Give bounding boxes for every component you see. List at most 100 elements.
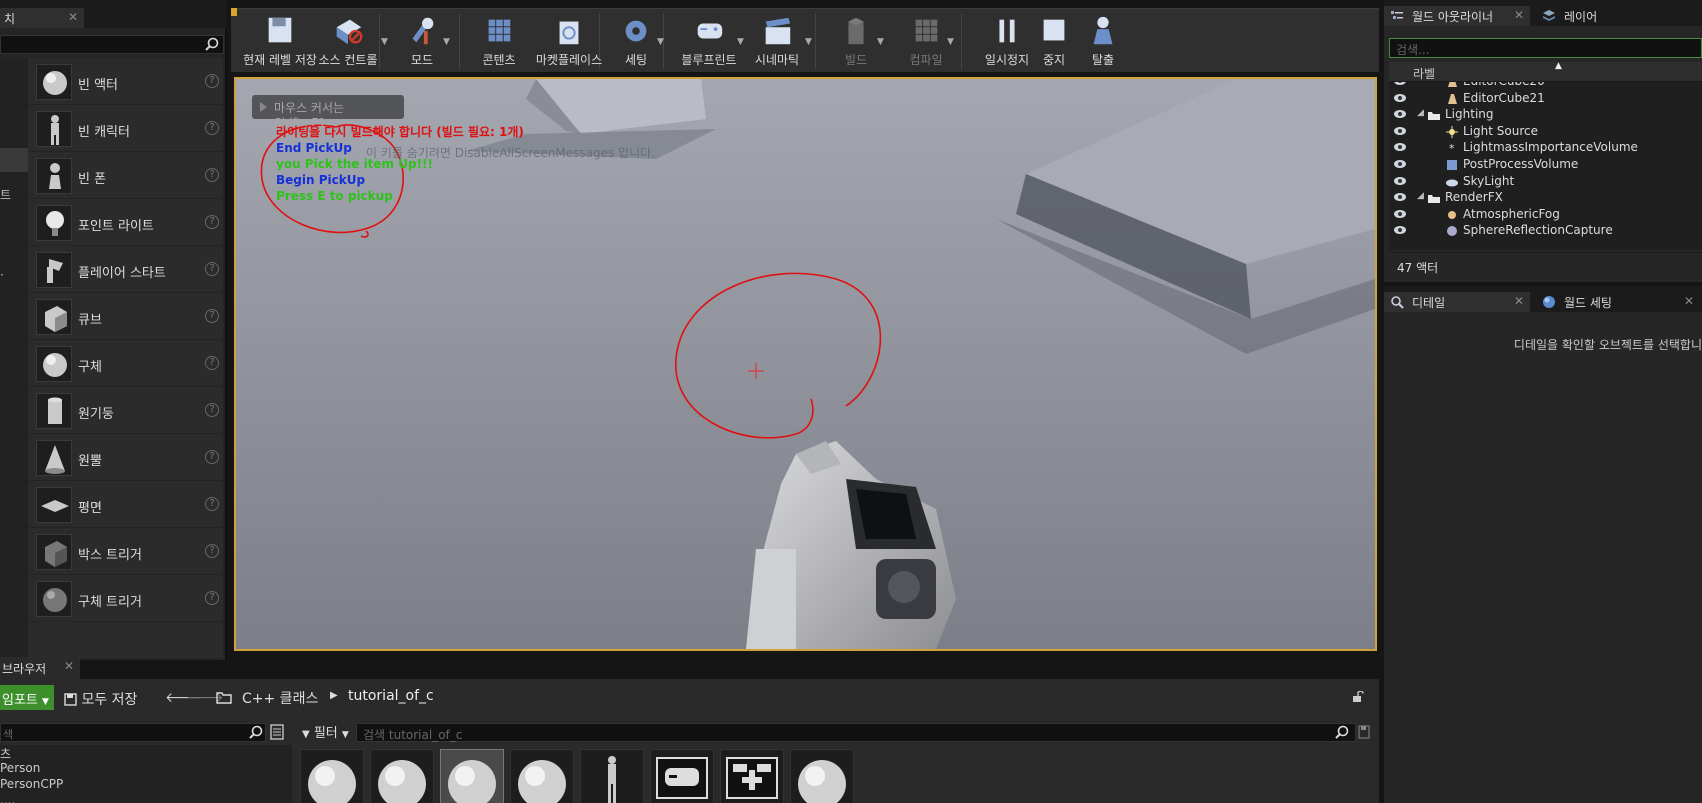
outliner-row[interactable]: SphereReflectionCapture [1389,222,1702,240]
import-button[interactable]: 임포트 ▼ [0,685,54,710]
folder-icon[interactable] [216,691,232,704]
asset-tile[interactable] [650,749,714,803]
actor-list-item[interactable]: 큐브? [28,293,223,340]
outliner-row[interactable]: * LightmassImportanceVolume [1389,139,1702,157]
visibility-eye-icon[interactable] [1393,142,1407,152]
visibility-eye-icon[interactable] [1393,109,1407,119]
place-actors-tab[interactable]: 치 ✕ [0,8,84,28]
chevron-down-icon[interactable]: ▼ [877,37,884,47]
chevron-down-icon[interactable]: ▼ [657,37,664,47]
breadcrumb-item[interactable]: C++ 클래스 [242,688,318,708]
visibility-eye-icon[interactable] [1393,126,1407,136]
lock-icon[interactable] [1352,691,1364,703]
tab-details[interactable]: 디테일 ✕ [1384,292,1530,312]
actor-list-item[interactable]: 빈 폰? [28,152,223,199]
help-icon[interactable]: ? [205,309,219,323]
level-viewport[interactable]: 마우스 커서는 Shift+F1 이 키를 숨기려면 DisableAllScr… [234,77,1377,651]
toolbar-source-control-button[interactable]: 소스 컨트롤 [307,9,389,73]
toolbar-pause-button[interactable]: 일시정지 [975,9,1039,73]
toolbar-stop-button[interactable]: 중지 [1031,9,1077,73]
tree-item[interactable]: .... [0,793,15,803]
view-options-icon[interactable] [270,724,284,740]
chevron-down-icon[interactable]: ▼ [805,37,812,47]
close-icon[interactable]: ✕ [68,10,78,24]
close-icon[interactable]: ✕ [1514,294,1524,308]
folder-search-input[interactable]: 색 [0,723,266,742]
visibility-eye-icon[interactable] [1393,93,1407,103]
help-icon[interactable]: ? [205,168,219,182]
asset-tile[interactable] [790,749,854,803]
outliner-row[interactable]: AtmosphericFog [1389,206,1702,224]
close-icon[interactable]: ✕ [1684,294,1694,308]
expand-triangle-icon[interactable]: ◢ [1417,191,1424,201]
tab-layers[interactable]: 레이어 [1536,6,1700,26]
actor-list-item[interactable]: 평면? [28,481,223,528]
outliner-column-header[interactable]: 라벨 ▲ [1389,61,1702,82]
actor-list-item[interactable]: 플레이어 스타트? [28,246,223,293]
toolbar-cinematics-button[interactable]: 시네마틱 [741,9,813,73]
actor-list-item[interactable]: 원뿔? [28,434,223,481]
help-icon[interactable]: ? [205,74,219,88]
actor-search-input[interactable] [0,35,224,54]
outliner-search-input[interactable]: 검색... [1389,38,1702,58]
actor-list-item[interactable]: 포인트 라이트? [28,199,223,246]
outliner-row[interactable]: EditorCube21 [1389,90,1702,108]
asset-tile[interactable] [580,749,644,803]
help-icon[interactable]: ? [205,450,219,464]
category-item[interactable]: · [0,268,4,282]
filter-button[interactable]: ▼ 필터 ▼ [302,722,349,744]
actor-list-item[interactable]: 구체 트리거? [28,575,223,622]
outliner-row[interactable]: Light Source [1389,123,1702,141]
toolbar-marketplace-button[interactable]: 마켓플레이스 [527,9,611,73]
save-all-button[interactable]: 모두 저장 [62,685,139,710]
visibility-eye-icon[interactable] [1393,192,1407,202]
help-icon[interactable]: ? [205,544,219,558]
tree-item[interactable]: Person [0,761,40,775]
asset-search-input[interactable]: 검색 tutorial_of_c [356,723,1356,742]
breadcrumb-item[interactable]: tutorial_of_c [348,688,434,704]
chevron-down-icon[interactable]: ▼ [443,37,450,47]
asset-tile[interactable] [370,749,434,803]
toolbar-eject-button[interactable]: 탈출 [1079,9,1127,73]
asset-tile[interactable] [300,749,364,803]
help-icon[interactable]: ? [205,403,219,417]
help-icon[interactable]: ? [205,262,219,276]
toolbar-content-button[interactable]: 콘텐츠 [471,9,527,73]
close-icon[interactable]: ✕ [1514,8,1524,22]
selected-category[interactable] [0,148,28,172]
chevron-down-icon[interactable]: ▼ [947,37,954,47]
chevron-down-icon[interactable]: ▼ [381,37,388,47]
help-icon[interactable]: ? [205,497,219,511]
close-icon[interactable]: ✕ [64,659,74,673]
actor-list-item[interactable]: 빈 액터? [28,58,223,105]
save-search-icon[interactable] [1358,725,1370,739]
actor-list-item[interactable]: 빈 캐릭터? [28,105,223,152]
outliner-row[interactable]: PostProcessVolume [1389,156,1702,174]
visibility-eye-icon[interactable] [1393,159,1407,169]
tab-world-outliner[interactable]: 월드 아웃라이너 ✕ [1384,6,1530,26]
outliner-row[interactable]: ◢ RenderFX [1389,189,1702,207]
asset-tile[interactable] [510,749,574,803]
help-icon[interactable]: ? [205,356,219,370]
tree-item[interactable]: PersonCPP [0,777,63,791]
actor-list-item[interactable]: 원기둥? [28,387,223,434]
actor-list-item[interactable]: 구체? [28,340,223,387]
help-icon[interactable]: ? [205,121,219,135]
help-icon[interactable]: ? [205,591,219,605]
tree-item[interactable]: 츠 [0,745,11,762]
category-item[interactable]: 트 [0,186,11,203]
expand-triangle-icon[interactable]: ◢ [1417,108,1424,118]
asset-tile[interactable] [720,749,784,803]
asset-tile[interactable] [440,749,504,803]
visibility-eye-icon[interactable] [1393,225,1407,235]
visibility-eye-icon[interactable] [1393,82,1407,86]
visibility-eye-icon[interactable] [1393,176,1407,186]
actor-list-item[interactable]: 박스 트리거? [28,528,223,575]
outliner-row[interactable]: ◢ Lighting [1389,106,1702,124]
tab-world-settings[interactable]: 월드 세팅 ✕ [1536,292,1700,312]
toolbar-blueprint-button[interactable]: 블루프린트 [673,9,745,73]
content-browser-tab[interactable]: 브라우저 ✕ [0,657,80,679]
help-icon[interactable]: ? [205,215,219,229]
visibility-eye-icon[interactable] [1393,209,1407,219]
outliner-row[interactable]: SkyLight [1389,173,1702,191]
